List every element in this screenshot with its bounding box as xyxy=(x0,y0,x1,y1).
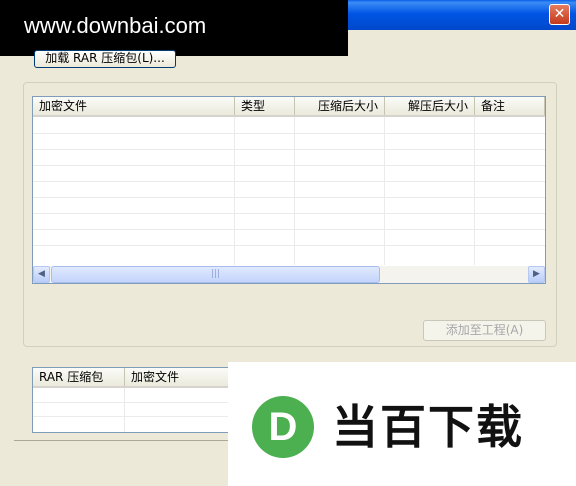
grid-row-line xyxy=(33,197,545,198)
grid-column-line xyxy=(234,117,235,265)
column-header-uncompressed-size[interactable]: 解压后大小 xyxy=(385,97,475,115)
grid-row-line xyxy=(33,181,545,182)
close-window-button[interactable]: ✕ xyxy=(549,4,570,25)
watermark-site-banner: www.downbai.com xyxy=(0,0,348,56)
watermark-logo-icon: D xyxy=(252,396,314,458)
grid-row-line xyxy=(33,165,545,166)
grid-row-line xyxy=(33,229,545,230)
column-header-rar-archive[interactable]: RAR 压缩包 xyxy=(33,368,125,386)
scroll-right-arrow-icon[interactable]: ▶ xyxy=(528,266,545,283)
add-to-project-button[interactable]: 添加至工程(A) xyxy=(423,320,546,341)
column-header-compressed-size[interactable]: 压缩后大小 xyxy=(295,97,385,115)
column-header-type[interactable]: 类型 xyxy=(235,97,295,115)
column-header-encrypted-file[interactable]: 加密文件 xyxy=(33,97,235,115)
grid-row-line xyxy=(33,245,545,246)
list-header: 加密文件 类型 压缩后大小 解压后大小 备注 xyxy=(33,97,545,117)
load-rar-archive-button[interactable]: 加载 RAR 压缩包(L)... xyxy=(34,50,176,68)
grid-column-line xyxy=(384,117,385,265)
horizontal-scrollbar[interactable]: ◀ ||| ▶ xyxy=(33,266,545,283)
grid-row-line xyxy=(33,133,545,134)
grid-column-line xyxy=(124,388,125,432)
scroll-left-arrow-icon[interactable]: ◀ xyxy=(33,266,50,283)
scrollbar-thumb[interactable]: ||| xyxy=(51,266,380,283)
watermark-logo-text: 当百下载 xyxy=(332,400,524,454)
grid-column-line xyxy=(474,117,475,265)
watermark-logo-panel: D 当百下载 xyxy=(228,362,576,486)
grid-column-line xyxy=(294,117,295,265)
grid-row-line xyxy=(33,213,545,214)
column-header-remarks[interactable]: 备注 xyxy=(475,97,545,115)
grid-row-line xyxy=(33,149,545,150)
encrypted-files-list[interactable]: 加密文件 类型 压缩后大小 解压后大小 备注 ◀ ||| ▶ xyxy=(32,96,546,284)
